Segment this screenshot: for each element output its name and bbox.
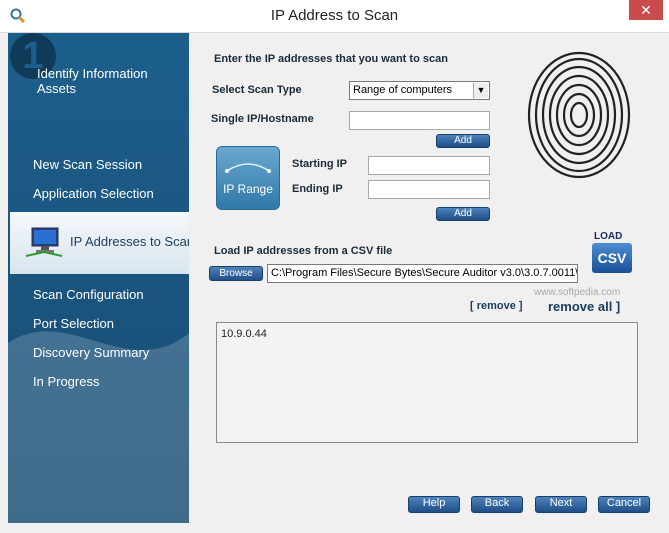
- browse-button[interactable]: Browse: [209, 266, 263, 281]
- step-title: Identify Information Assets: [37, 66, 148, 96]
- computer-network-icon: [25, 227, 63, 257]
- load-csv-badge: CSV: [592, 243, 632, 273]
- sidebar-item-label: IP Addresses to Scan: [70, 234, 189, 249]
- ending-ip-label: Ending IP: [292, 183, 343, 195]
- ip-address-list[interactable]: 10.9.0.44: [216, 322, 638, 443]
- remove-all-link[interactable]: remove all ]: [548, 299, 620, 314]
- starting-ip-label: Starting IP: [292, 158, 348, 170]
- csv-path-field[interactable]: C:\Program Files\Secure Bytes\Secure Aud…: [267, 264, 578, 283]
- sidebar-item-scan-configuration[interactable]: Scan Configuration: [33, 287, 144, 302]
- softpedia-watermark: www.softpedia.com: [534, 287, 621, 298]
- load-csv-icon[interactable]: LOAD CSV: [590, 231, 634, 277]
- scan-type-label: Select Scan Type: [212, 84, 302, 96]
- single-ip-input[interactable]: [349, 111, 490, 130]
- sidebar-item-discovery-summary[interactable]: Discovery Summary: [33, 345, 149, 360]
- sidebar: 1 Identify Information Assets New Scan S…: [8, 33, 189, 523]
- page-heading: Enter the IP addresses that you want to …: [214, 53, 448, 65]
- sidebar-item-ip-addresses-to-scan[interactable]: IP Addresses to Scan: [10, 212, 189, 274]
- ip-range-badge-icon: IP Range: [216, 146, 280, 210]
- sidebar-item-application-selection[interactable]: Application Selection: [33, 186, 154, 201]
- sidebar-item-in-progress[interactable]: In Progress: [33, 374, 99, 389]
- scan-type-value: Range of computers: [353, 84, 453, 96]
- title-bar: IP Address to Scan ✕: [0, 0, 669, 33]
- ending-ip-input[interactable]: [368, 180, 490, 199]
- add-ip-range-button[interactable]: Add: [436, 207, 490, 221]
- next-button[interactable]: Next: [535, 496, 587, 513]
- scan-type-select[interactable]: Range of computers ▼: [349, 81, 490, 100]
- csv-label: Load IP addresses from a CSV file: [214, 245, 393, 257]
- back-button[interactable]: Back: [471, 496, 523, 513]
- single-ip-label: Single IP/Hostname: [211, 113, 314, 125]
- help-button[interactable]: Help: [408, 496, 460, 513]
- list-item[interactable]: 10.9.0.44: [221, 328, 267, 340]
- cancel-button[interactable]: Cancel: [598, 496, 650, 513]
- sidebar-item-new-scan-session[interactable]: New Scan Session: [33, 157, 142, 172]
- starting-ip-input[interactable]: [368, 156, 490, 175]
- fingerprint-icon: [527, 51, 631, 179]
- add-single-ip-button[interactable]: Add: [436, 134, 490, 148]
- load-csv-text: LOAD: [594, 231, 623, 242]
- dropdown-arrow-icon[interactable]: ▼: [473, 83, 488, 98]
- close-button[interactable]: ✕: [629, 0, 663, 20]
- remove-link[interactable]: [ remove ]: [470, 300, 523, 312]
- sidebar-item-port-selection[interactable]: Port Selection: [33, 316, 114, 331]
- window-title: IP Address to Scan: [270, 7, 399, 24]
- ip-range-badge-label: IP Range: [223, 182, 273, 196]
- ip-range-arc-icon: [225, 163, 271, 173]
